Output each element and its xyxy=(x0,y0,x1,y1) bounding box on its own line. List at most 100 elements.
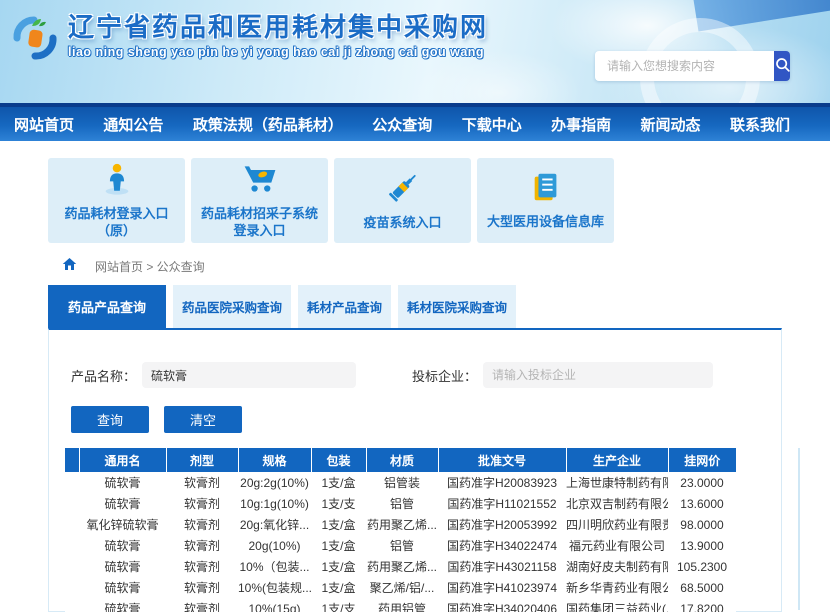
home-icon[interactable] xyxy=(62,257,77,276)
table-cell: 药用铝管 xyxy=(366,598,438,612)
tab-drug-hospital-purchase-query[interactable]: 药品医院采购查询 xyxy=(173,285,291,328)
table-row: 氧化锌硫软膏软膏剂20g:氧化锌...1支/盒药用聚乙烯...国药准字H2005… xyxy=(65,514,736,535)
table-cell xyxy=(65,577,79,598)
table-cell xyxy=(65,472,79,493)
column-header: 规格 xyxy=(238,448,311,472)
product-name-input[interactable] xyxy=(142,362,356,388)
query-panel: 产品名称： 投标企业： 查询 清空 通用名剂型规格包装材质批准文号生产企业挂网价… xyxy=(48,328,782,612)
nav-item[interactable]: 政策法规（药品耗材） xyxy=(193,114,343,135)
nav-item[interactable]: 办事指南 xyxy=(551,114,611,135)
product-name-label: 产品名称： xyxy=(71,366,136,385)
table-cell: 上海世康特制药有限... xyxy=(566,472,668,493)
table-row: 硫软膏软膏剂10g:1g(10%)1支/支铝管国药准字H11021552北京双吉… xyxy=(65,493,736,514)
bidder-input[interactable] xyxy=(483,362,713,388)
bidder-label: 投标企业： xyxy=(412,366,477,385)
entry-card-label: 大型医用设备信息库 xyxy=(487,214,604,231)
table-cell: 铝管 xyxy=(366,535,438,556)
site-title: 辽宁省药品和医用耗材集中采购网 xyxy=(68,13,488,43)
nav-item[interactable]: 新闻动态 xyxy=(641,114,701,135)
table-cell: 10%(包装规... xyxy=(238,577,311,598)
table-cell: 软膏剂 xyxy=(166,598,238,612)
table-cell: 国药准字H41023974 xyxy=(438,577,566,598)
table-cell: 硫软膏 xyxy=(79,556,166,577)
table-row: 硫软膏软膏剂20g:2g(10%)1支/盒铝管装国药准字H20083923上海世… xyxy=(65,472,736,493)
table-cell: 北京双吉制药有限公司 xyxy=(566,493,668,514)
table-cell xyxy=(65,556,79,577)
breadcrumb: 网站首页 > 公众查询 xyxy=(62,258,830,274)
documents-icon xyxy=(529,170,563,209)
cart-icon xyxy=(241,162,279,201)
query-button[interactable]: 查询 xyxy=(71,406,149,433)
breadcrumb-path: 网站首页 > 公众查询 xyxy=(95,258,205,275)
column-header xyxy=(65,448,79,472)
results-table-wrap: 通用名剂型规格包装材质批准文号生产企业挂网价 硫软膏软膏剂20g:2g(10%)… xyxy=(65,448,781,612)
table-cell: 福元药业有限公司 xyxy=(566,535,668,556)
table-scrollbar[interactable] xyxy=(798,448,800,610)
nav-item[interactable]: 联系我们 xyxy=(730,114,790,135)
table-cell: 软膏剂 xyxy=(166,472,238,493)
brand-text: 辽宁省药品和医用耗材集中采购网 liao ning sheng yao pin … xyxy=(68,13,488,59)
tab-consumable-product-query[interactable]: 耗材产品查询 xyxy=(298,285,391,328)
tab-drug-product-query[interactable]: 药品产品查询 xyxy=(48,285,166,328)
table-cell xyxy=(65,598,79,612)
column-header: 包装 xyxy=(311,448,366,472)
table-cell: 105.2300 xyxy=(668,556,736,577)
results-table-head: 通用名剂型规格包装材质批准文号生产企业挂网价 xyxy=(65,448,736,472)
table-cell: 软膏剂 xyxy=(166,535,238,556)
table-cell: 硫软膏 xyxy=(79,493,166,514)
entry-card-medical-equipment-db[interactable]: 大型医用设备信息库 xyxy=(477,158,614,243)
clear-button[interactable]: 清空 xyxy=(164,406,242,433)
tab-consumable-hospital-purchase-query[interactable]: 耗材医院采购查询 xyxy=(398,285,516,328)
site-header: 辽宁省药品和医用耗材集中采购网 liao ning sheng yao pin … xyxy=(0,0,830,103)
query-form: 产品名称： 投标企业： xyxy=(71,362,781,388)
results-table: 通用名剂型规格包装材质批准文号生产企业挂网价 硫软膏软膏剂20g:2g(10%)… xyxy=(65,448,736,612)
table-cell: 国药集团三益药业(... xyxy=(566,598,668,612)
table-cell: 1支/盒 xyxy=(311,472,366,493)
table-row: 硫软膏软膏剂10%(包装规...1支/盒聚乙烯/铝/...国药准字H410239… xyxy=(65,577,736,598)
table-cell: 国药准字H34020406 xyxy=(438,598,566,612)
entry-card-drug-login[interactable]: 药品耗材登录入口（原） xyxy=(48,158,185,243)
search-icon xyxy=(774,56,790,76)
table-cell: 20g(10%) xyxy=(238,535,311,556)
column-header: 挂网价 xyxy=(668,448,736,472)
table-cell: 13.6000 xyxy=(668,493,736,514)
table-cell xyxy=(65,535,79,556)
entry-card-label: 疫苗系统入口 xyxy=(363,215,441,232)
table-cell: 20g:2g(10%) xyxy=(238,472,311,493)
table-cell xyxy=(65,493,79,514)
table-cell: 10g:1g(10%) xyxy=(238,493,311,514)
table-cell: 四川明欣药业有限责... xyxy=(566,514,668,535)
query-buttons: 查询 清空 xyxy=(71,406,781,433)
nav-item[interactable]: 下载中心 xyxy=(462,114,522,135)
results-header-row: 通用名剂型规格包装材质批准文号生产企业挂网价 xyxy=(65,448,736,472)
table-cell: 13.9000 xyxy=(668,535,736,556)
table-cell: 国药准字H11021552 xyxy=(438,493,566,514)
table-cell: 1支/盒 xyxy=(311,556,366,577)
site-brand: 辽宁省药品和医用耗材集中采购网 liao ning sheng yao pin … xyxy=(10,13,488,68)
table-cell: 23.0000 xyxy=(668,472,736,493)
table-cell: 国药准字H20053992 xyxy=(438,514,566,535)
table-cell: 1支/盒 xyxy=(311,535,366,556)
site-search xyxy=(595,51,790,81)
nav-item[interactable]: 公众查询 xyxy=(372,114,432,135)
results-table-body: 硫软膏软膏剂20g:2g(10%)1支/盒铝管装国药准字H20083923上海世… xyxy=(65,472,736,612)
syringe-icon xyxy=(385,169,421,210)
entry-card-procurement-subsystem[interactable]: 药品耗材招采子系统登录入口 xyxy=(191,158,328,243)
table-cell: 1支/盒 xyxy=(311,577,366,598)
table-cell: 1支/支 xyxy=(311,493,366,514)
search-input[interactable] xyxy=(595,51,774,81)
entry-card-vaccine-system[interactable]: 疫苗系统入口 xyxy=(334,158,471,243)
table-row: 硫软膏软膏剂20g(10%)1支/盒铝管国药准字H34022474福元药业有限公… xyxy=(65,535,736,556)
table-cell xyxy=(65,514,79,535)
site-title-pinyin: liao ning sheng yao pin he yi yong hao c… xyxy=(68,45,488,59)
logo-swirl-icon xyxy=(10,13,60,68)
table-cell: 聚乙烯/铝/... xyxy=(366,577,438,598)
table-cell: 硫软膏 xyxy=(79,535,166,556)
table-cell: 软膏剂 xyxy=(166,556,238,577)
nav-item[interactable]: 通知公告 xyxy=(103,114,163,135)
table-cell: 68.5000 xyxy=(668,577,736,598)
search-button[interactable] xyxy=(774,51,790,81)
table-cell: 氧化锌硫软膏 xyxy=(79,514,166,535)
table-cell: 铝管装 xyxy=(366,472,438,493)
nav-item[interactable]: 网站首页 xyxy=(14,114,74,135)
